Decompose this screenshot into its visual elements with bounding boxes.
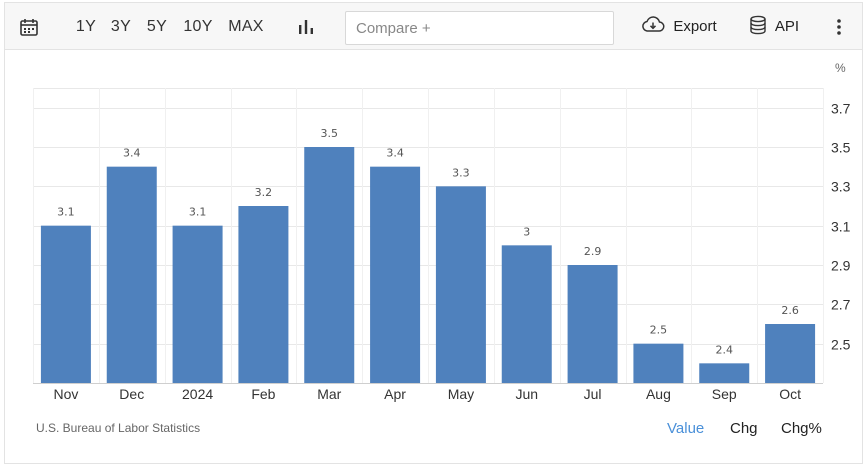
bar [435, 186, 486, 383]
data-label: 2.4 [716, 343, 734, 356]
bar [370, 166, 421, 383]
bar [304, 147, 355, 383]
more-vertical-icon[interactable] [829, 3, 849, 50]
bar [567, 265, 618, 383]
api-label: API [774, 18, 800, 35]
compare-input[interactable] [345, 11, 614, 45]
data-label: 3.2 [255, 186, 273, 199]
bar [238, 206, 289, 383]
data-label: 3 [523, 225, 530, 238]
bar [106, 166, 157, 383]
y-tick-label: 2.9 [831, 258, 851, 274]
bar [699, 363, 750, 383]
range-5y-button[interactable]: 5Y [142, 3, 172, 50]
bar [501, 245, 552, 383]
chart-widget: 1Y 3Y 5Y 10Y MAX Export [4, 2, 863, 464]
export-button[interactable]: Export [637, 3, 721, 50]
y-tick-label: 3.5 [831, 140, 851, 156]
x-tick-label: May [448, 386, 474, 402]
calendar-icon[interactable] [17, 3, 41, 50]
bar-chart: 3.7 3.5 3.3 3.1 2.9 2.7 2.5% 3.1 Nov 3.4 Dec 3.1 202… [33, 61, 851, 402]
y-tick-label: 3.7 [831, 101, 851, 117]
tab-chg-percent[interactable]: Chg% [781, 420, 822, 437]
data-label: 2.5 [650, 324, 668, 337]
data-label: 3.4 [386, 147, 404, 160]
x-tick-label: Aug [646, 386, 671, 402]
tab-chg[interactable]: Chg [730, 420, 758, 437]
data-label: 3.4 [123, 147, 141, 160]
range-10y-button[interactable]: 10Y [178, 3, 218, 50]
y-tick-label: 3.3 [831, 179, 851, 195]
bar-chart-icon[interactable] [294, 3, 318, 50]
data-label: 3.5 [321, 127, 339, 140]
x-tick-label: Jun [515, 386, 538, 402]
bar [633, 343, 684, 383]
x-tick-label: Jul [584, 386, 602, 402]
data-label: 2.6 [781, 304, 799, 317]
range-3y-button[interactable]: 3Y [106, 3, 136, 50]
x-tick-label: Dec [119, 386, 144, 402]
y-tick-label: 2.7 [831, 297, 851, 313]
data-label: 2.9 [584, 245, 602, 258]
x-tick-label: Oct [779, 386, 801, 402]
x-tick-label: Mar [317, 386, 341, 402]
export-label: Export [673, 18, 717, 35]
database-icon [749, 15, 767, 39]
x-tick-label: Nov [53, 386, 78, 402]
y-tick-label: 2.5 [831, 337, 851, 353]
api-button[interactable]: API [746, 3, 802, 50]
bar [40, 225, 91, 383]
cloud-download-icon [641, 15, 665, 38]
y-unit-label: % [835, 61, 846, 75]
x-tick-label: Sep [712, 386, 737, 402]
bar [765, 324, 816, 383]
chart-toolbar: 1Y 3Y 5Y 10Y MAX Export [5, 3, 862, 50]
data-label: 3.3 [452, 166, 470, 179]
source-label: U.S. Bureau of Labor Statistics [36, 421, 201, 435]
data-label: 3.1 [189, 206, 207, 219]
y-tick-label: 3.1 [831, 219, 851, 235]
x-tick-label: 2024 [182, 386, 213, 402]
range-1y-button[interactable]: 1Y [71, 3, 101, 50]
bar [172, 225, 223, 383]
range-max-button[interactable]: MAX [223, 3, 269, 50]
x-tick-label: Apr [384, 386, 406, 402]
x-tick-label: Feb [251, 386, 275, 402]
tab-value[interactable]: Value [667, 420, 704, 437]
data-label: 3.1 [57, 206, 75, 219]
